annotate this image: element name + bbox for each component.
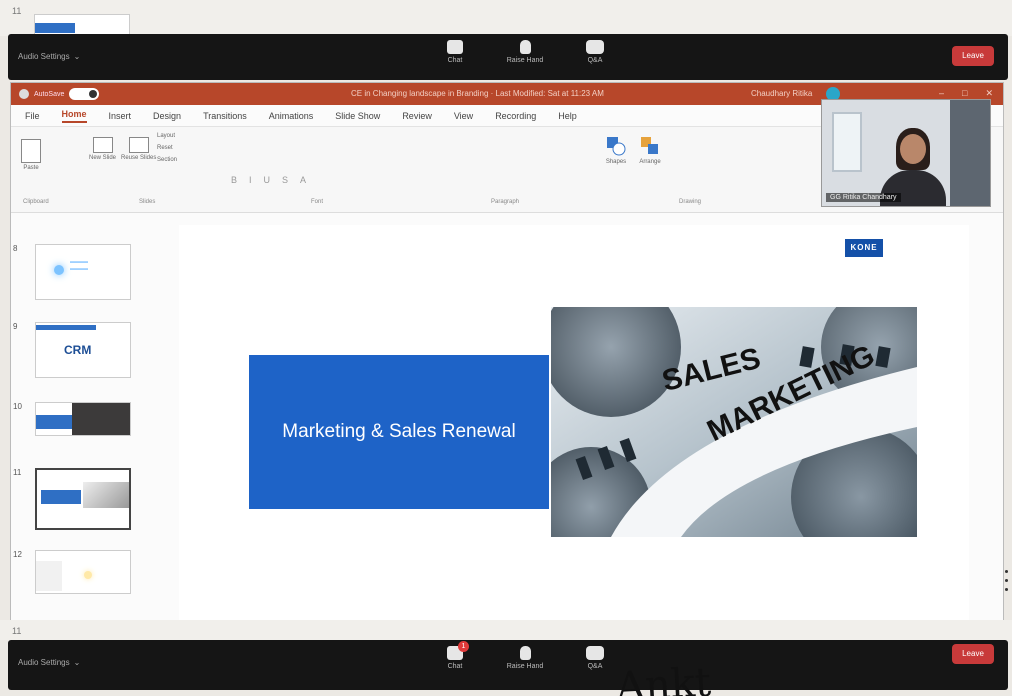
- tab-view[interactable]: View: [454, 111, 473, 121]
- tab-home[interactable]: Home: [61, 109, 87, 123]
- chevron-down-icon: ⌄: [73, 658, 81, 667]
- leave-button[interactable]: Leave: [952, 46, 994, 66]
- clipboard-icon: [21, 139, 41, 163]
- participant-video[interactable]: GG Ritika Chandhary: [821, 99, 991, 207]
- powerpoint-window: AutoSave CE in Changing landscape in Bra…: [10, 82, 1004, 636]
- user-name[interactable]: Chaudhary Ritika: [751, 89, 812, 98]
- section-button[interactable]: Section: [157, 157, 177, 163]
- kone-logo: KONE: [845, 239, 883, 257]
- reuse-slides-icon: [128, 137, 149, 153]
- document-title: CE in Changing landscape in Branding · L…: [351, 89, 604, 98]
- shapes-button[interactable]: Shapes: [605, 135, 627, 165]
- title-box[interactable]: Marketing & Sales Renewal: [249, 355, 549, 509]
- more-options-icon[interactable]: [1005, 570, 1008, 591]
- toggle-switch[interactable]: [69, 88, 100, 100]
- raise-hand-button[interactable]: Raise Hand: [503, 646, 547, 670]
- group-label-slides: Slides: [139, 199, 156, 205]
- reuse-slides-button[interactable]: Reuse Slides: [121, 137, 156, 161]
- zoom-meeting-controls: Audio Settings ⌄ Chat Raise Hand Q&A Leav…: [8, 34, 1008, 80]
- chevron-down-icon: ⌄: [73, 52, 81, 61]
- tab-review[interactable]: Review: [402, 111, 432, 121]
- slide-title: Marketing & Sales Renewal: [282, 421, 516, 442]
- font-formatting-row: B I U S A: [231, 175, 306, 185]
- new-slide-icon: [92, 137, 113, 153]
- gear-image[interactable]: SALES MARKETING: [551, 307, 917, 537]
- tab-help[interactable]: Help: [558, 111, 577, 121]
- slide-canvas[interactable]: KONE Marketing & Sales Renewal SALES MAR…: [179, 225, 969, 625]
- powerpoint-app-icon: [19, 89, 29, 99]
- top-thumbnail-strip: 11: [0, 0, 1012, 36]
- tab-design[interactable]: Design: [153, 111, 181, 121]
- chat-button[interactable]: Chat: [433, 40, 477, 64]
- tab-insert[interactable]: Insert: [109, 111, 132, 121]
- autosave-toggle[interactable]: AutoSave: [19, 88, 100, 100]
- zoom-meeting-controls-bottom: Audio Settings ⌄ 1 Chat Raise Hand Q&A Le…: [8, 640, 1008, 690]
- audio-settings-button[interactable]: Audio Settings ⌄: [18, 52, 80, 61]
- reset-button[interactable]: Reset: [157, 145, 173, 151]
- group-label-clipboard: Clipboard: [23, 199, 49, 205]
- arrange-button[interactable]: Arrange: [639, 135, 661, 165]
- qa-icon: [586, 646, 604, 660]
- tab-transitions[interactable]: Transitions: [203, 111, 247, 121]
- group-label-paragraph: Paragraph: [491, 199, 520, 205]
- paste-button[interactable]: Paste: [21, 139, 41, 171]
- handwritten-note: Ankt: [614, 659, 713, 696]
- arrange-icon: [641, 137, 658, 154]
- minimize-icon[interactable]: –: [939, 88, 944, 99]
- hand-icon: [519, 40, 531, 54]
- qa-icon: [586, 40, 604, 54]
- group-label-drawing: Drawing: [679, 199, 702, 205]
- chat-button[interactable]: 1 Chat: [433, 641, 477, 670]
- underline-icon[interactable]: U: [264, 175, 271, 185]
- tab-animations[interactable]: Animations: [269, 111, 314, 121]
- chat-badge: 1: [458, 641, 469, 652]
- close-icon[interactable]: ✕: [985, 88, 993, 99]
- slide-number: 11: [12, 626, 22, 636]
- slide-thumbnail[interactable]: [34, 14, 130, 36]
- bottom-thumbnail-strip: 11: [0, 620, 1012, 640]
- participant-name: GG Ritika Chandhary: [826, 193, 901, 202]
- audio-settings-button[interactable]: Audio Settings ⌄: [18, 658, 80, 667]
- new-slide-button[interactable]: New Slide: [89, 137, 116, 161]
- maximize-icon[interactable]: □: [962, 88, 967, 99]
- raise-hand-button[interactable]: Raise Hand: [503, 40, 547, 64]
- chat-icon: [447, 40, 463, 54]
- tab-file[interactable]: File: [25, 111, 40, 121]
- participant-face: [900, 134, 926, 164]
- slide-number: 11: [12, 6, 22, 16]
- bold-icon[interactable]: B: [231, 175, 237, 185]
- hand-icon: [519, 646, 531, 660]
- tab-recording[interactable]: Recording: [495, 111, 536, 121]
- shapes-icon: [607, 137, 626, 156]
- italic-icon[interactable]: I: [249, 175, 252, 185]
- group-label-font: Font: [311, 199, 324, 205]
- qa-button[interactable]: Q&A: [573, 646, 617, 670]
- tab-slide-show[interactable]: Slide Show: [335, 111, 380, 121]
- slide-thumbnail-panel: 8 ▬▬▬ ▬▬▬ 9 CRM 10 11 12: [11, 214, 151, 635]
- chat-icon: 1: [447, 641, 469, 660]
- qa-button[interactable]: Q&A: [573, 40, 617, 64]
- layout-button[interactable]: Layout: [157, 133, 175, 139]
- strikethrough-icon[interactable]: S: [282, 175, 288, 185]
- leave-button[interactable]: Leave: [952, 644, 994, 664]
- font-color-icon[interactable]: A: [300, 175, 306, 185]
